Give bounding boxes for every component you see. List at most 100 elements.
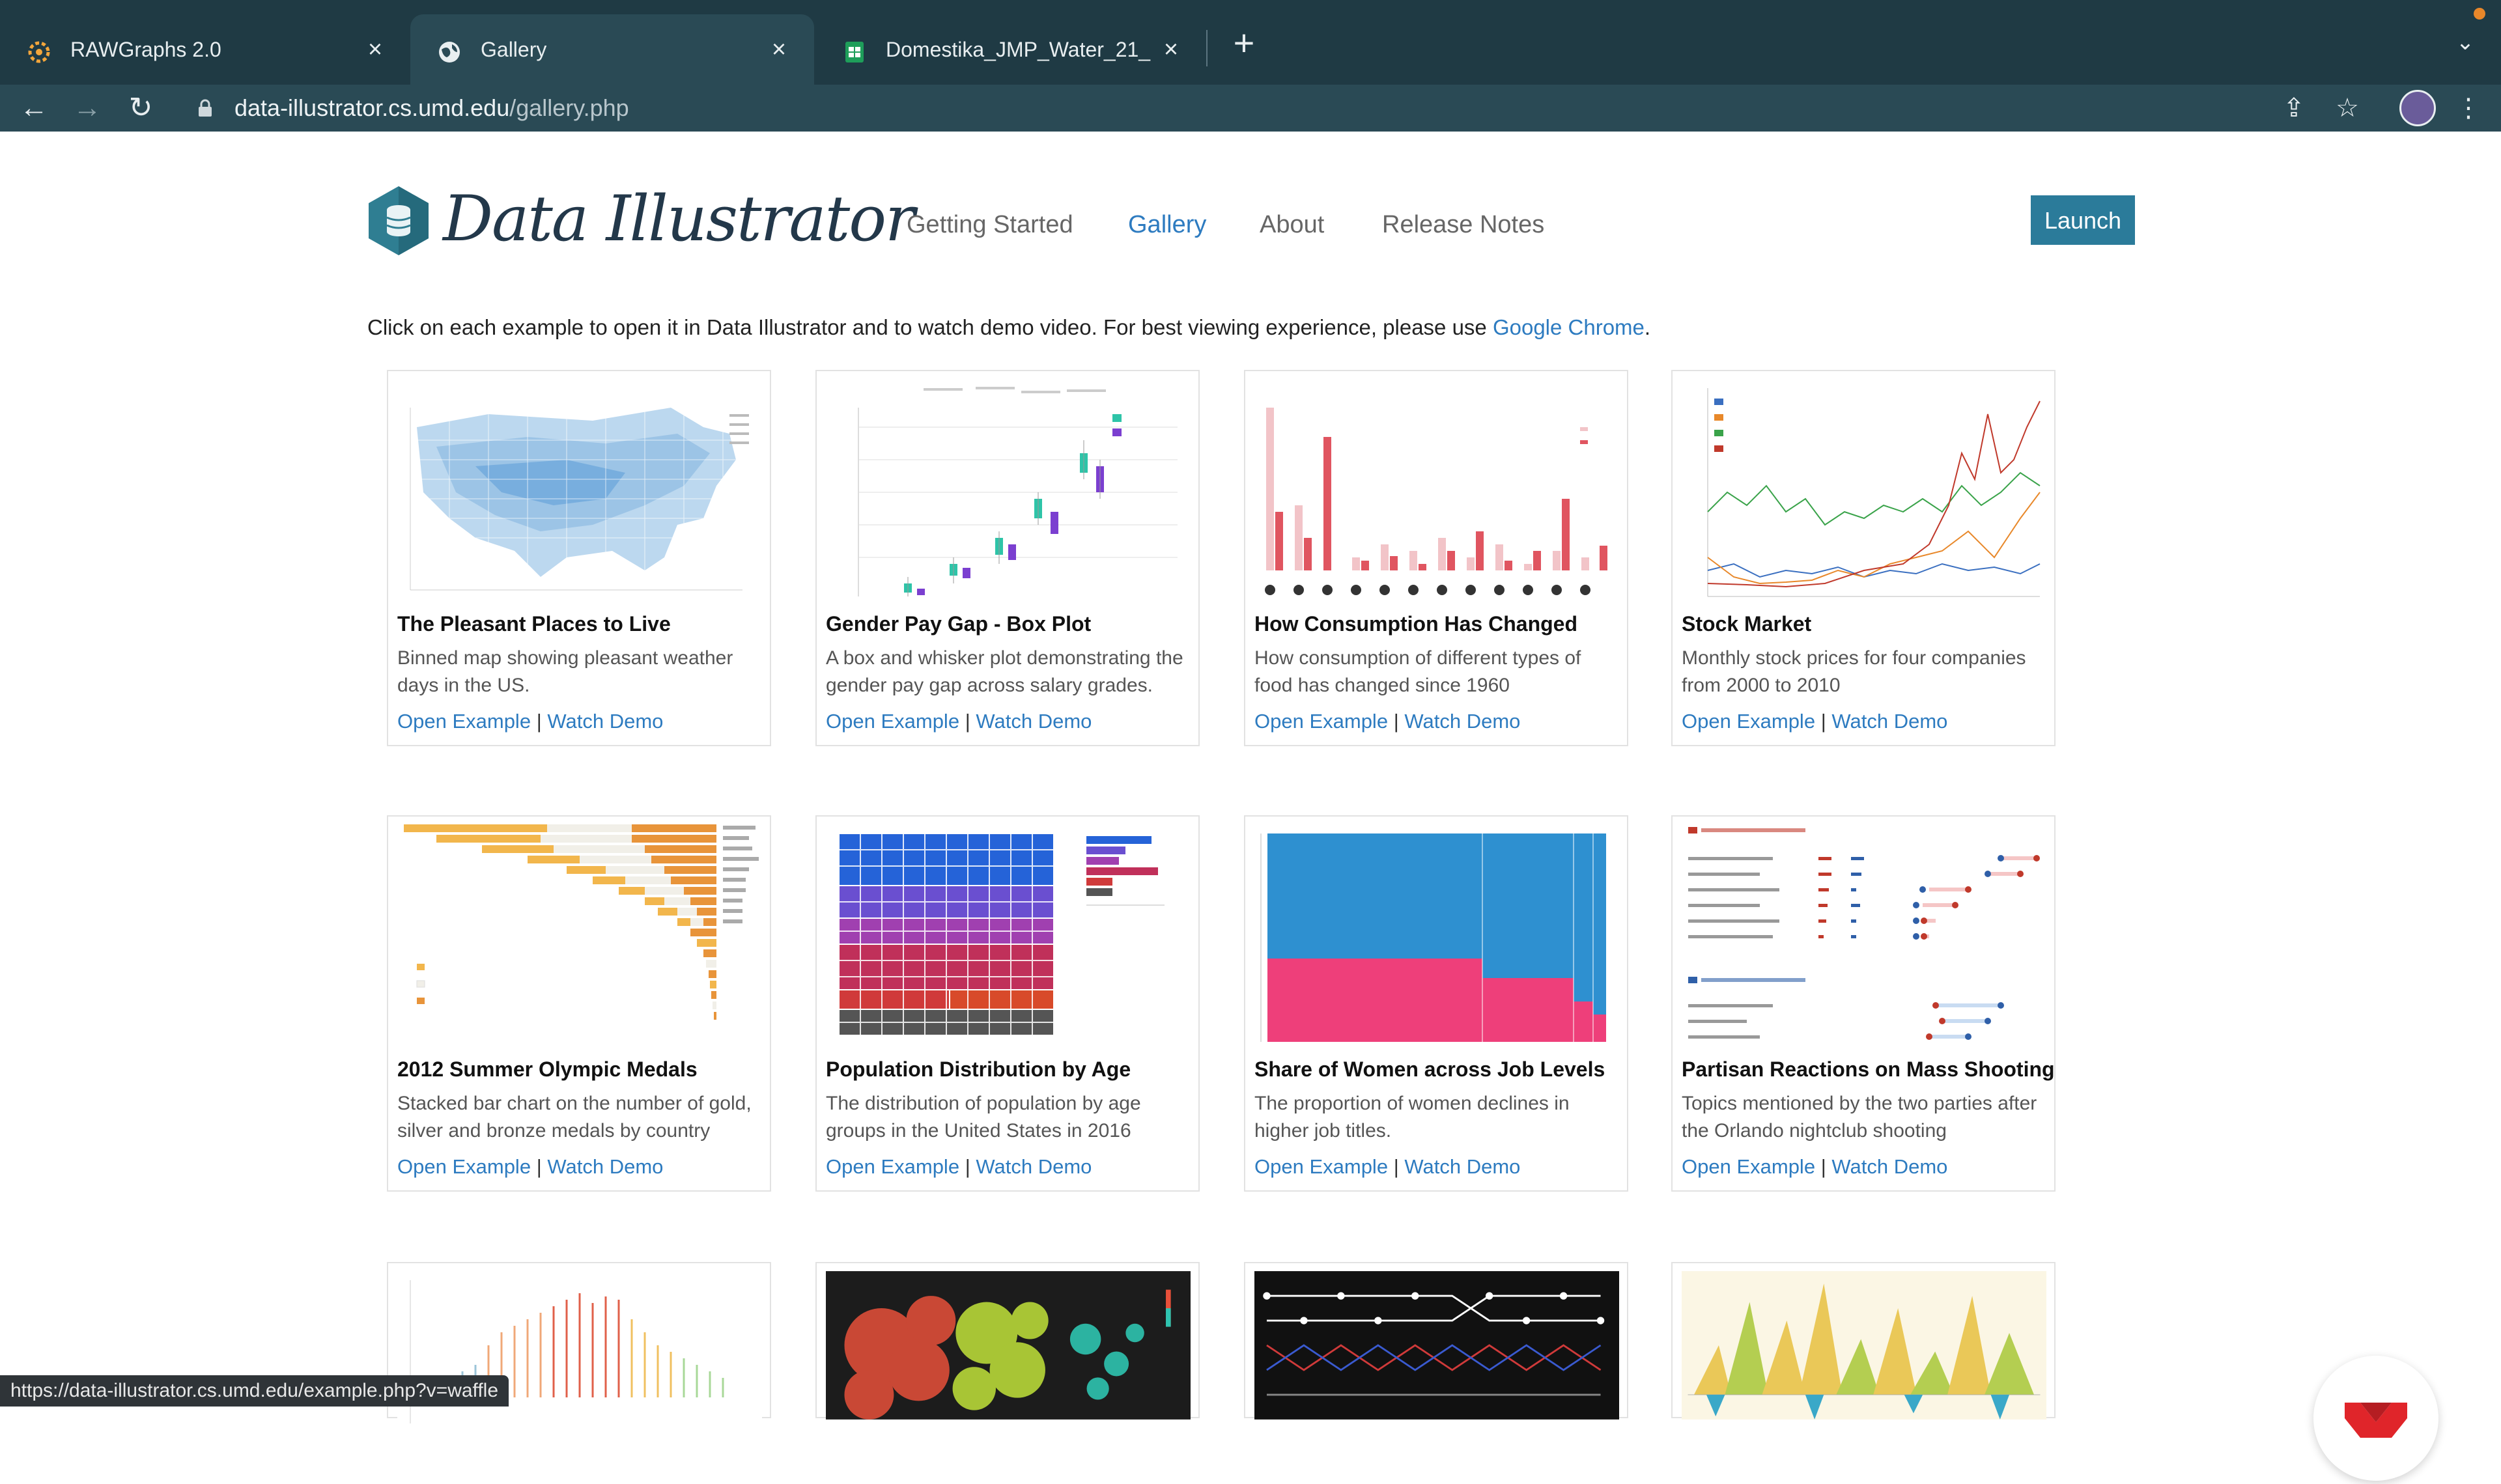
open-example-link[interactable]: Open Example — [1682, 710, 1815, 733]
card-links: Open Example | Watch Demo — [1254, 1155, 1520, 1179]
close-tab-icon[interactable]: × — [1155, 34, 1187, 65]
lock-icon — [199, 99, 212, 117]
card-title: Stock Market — [1682, 612, 1812, 636]
url-path: /gallery.php — [509, 94, 629, 121]
card-title: Gender Pay Gap - Box Plot — [826, 612, 1092, 636]
tab-rawgraphs[interactable]: RAWGraphs 2.0 × — [0, 14, 410, 85]
card-title: How Consumption Has Changed — [1254, 612, 1577, 636]
link-separator: | — [536, 710, 542, 733]
card-description: How consumption of different types of fo… — [1254, 647, 1581, 696]
thumbnail-stacked-bars[interactable] — [397, 820, 762, 1048]
floating-action-button[interactable] — [2313, 1356, 2438, 1481]
thumbnail-bubble-chart[interactable] — [826, 1267, 1191, 1423]
open-example-link[interactable]: Open Example — [826, 710, 959, 733]
url-text: data-illustrator.cs.umd.edu/gallery.php — [234, 87, 629, 129]
gallery-card-gender-pay-gap[interactable]: Gender Pay Gap - Box Plot A box and whis… — [815, 370, 1200, 746]
gallery-card-pleasant-places[interactable]: The Pleasant Places to Live Binned map s… — [387, 370, 771, 746]
watch-demo-link[interactable]: Watch Demo — [547, 710, 663, 733]
google-chrome-link[interactable]: Google Chrome — [1493, 315, 1645, 339]
forward-arrow-icon[interactable]: → — [68, 89, 107, 128]
close-tab-icon[interactable]: × — [763, 34, 795, 65]
nav-release-notes[interactable]: Release Notes — [1382, 211, 1544, 239]
thumbnail-bump-chart[interactable] — [1254, 1267, 1619, 1423]
intro-end: . — [1644, 315, 1651, 339]
card-description: Topics mentioned by the two parties afte… — [1682, 1093, 2037, 1141]
watch-demo-link[interactable]: Watch Demo — [1404, 710, 1520, 733]
launch-button[interactable]: Launch — [2031, 195, 2135, 245]
share-icon[interactable]: ⇪ — [2274, 89, 2313, 128]
watch-demo-link[interactable]: Watch Demo — [976, 710, 1092, 733]
card-title: The Pleasant Places to Live — [397, 612, 671, 636]
back-arrow-icon[interactable]: ← — [14, 89, 53, 128]
rawgraphs-icon — [28, 41, 50, 63]
address-bar[interactable]: data-illustrator.cs.umd.edu/gallery.php — [182, 87, 2240, 129]
thumbnail-stock-lines[interactable] — [1682, 375, 2046, 603]
gallery-card-row3-3[interactable] — [1244, 1262, 1628, 1420]
card-description: The distribution of population by age gr… — [826, 1093, 1141, 1141]
gallery-card-olympic-medals[interactable]: 2012 Summer Olympic Medals Stacked bar c… — [387, 815, 771, 1192]
new-tab-button[interactable]: + — [1224, 23, 1264, 63]
open-example-link[interactable]: Open Example — [397, 1155, 531, 1178]
card-description: The proportion of women declines in high… — [1254, 1093, 1570, 1141]
nav-getting-started[interactable]: Getting Started — [907, 211, 1073, 239]
open-example-link[interactable]: Open Example — [397, 710, 531, 733]
bookmark-star-icon[interactable]: ☆ — [2328, 89, 2367, 128]
card-links: Open Example | Watch Demo — [397, 710, 663, 733]
thumbnail-waffle-chart[interactable] — [826, 820, 1191, 1048]
web-page: Data Illustrator Getting Started Gallery… — [0, 132, 2501, 1481]
thumbnail-consumption-bars[interactable] — [1254, 375, 1619, 603]
card-title: Share of Women across Job Levels — [1254, 1057, 1605, 1081]
gallery-card-stock-market[interactable]: Stock Market Monthly stock prices for fo… — [1671, 370, 2056, 746]
thumbnail-area-spikes[interactable] — [1682, 1267, 2046, 1423]
open-example-link[interactable]: Open Example — [1254, 710, 1388, 733]
intro-text: Click on each example to open it in Data… — [367, 315, 1650, 340]
tab-separator — [1206, 30, 1208, 66]
profile-avatar[interactable] — [2399, 90, 2436, 126]
watch-demo-link[interactable]: Watch Demo — [1831, 1155, 1947, 1178]
site-logo-text[interactable]: Data Illustrator — [443, 182, 915, 255]
card-title: Population Distribution by Age — [826, 1057, 1131, 1081]
watch-demo-link[interactable]: Watch Demo — [1831, 710, 1947, 733]
tab-label: Gallery — [481, 38, 547, 61]
link-separator: | — [1820, 710, 1826, 733]
tab-spreadsheet[interactable]: Domestika_JMP_Water_21_ - ( × — [815, 14, 1206, 85]
nav-gallery[interactable]: Gallery — [1128, 211, 1206, 239]
card-description: Monthly stock prices for four companies … — [1682, 647, 2026, 696]
gallery-card-partisan-reactions[interactable]: Partisan Reactions on Mass Shooting Topi… — [1671, 815, 2056, 1192]
browser-toolbar: ← → ↻ data-illustrator.cs.umd.edu/galler… — [0, 85, 2501, 132]
nav-about[interactable]: About — [1260, 211, 1324, 239]
card-description: Binned map showing pleasant weather days… — [397, 647, 733, 696]
tab-gallery[interactable]: Gallery × — [410, 14, 814, 85]
open-example-link[interactable]: Open Example — [1682, 1155, 1815, 1178]
tab-search-chevron-icon[interactable]: ⌄ — [2449, 26, 2481, 59]
tab-label: Domestika_JMP_Water_21_ - ( — [886, 38, 1153, 61]
data-illustrator-logo-icon — [369, 186, 429, 255]
gallery-card-women-job-levels[interactable]: Share of Women across Job Levels The pro… — [1244, 815, 1628, 1192]
card-links: Open Example | Watch Demo — [826, 1155, 1092, 1179]
link-separator: | — [536, 1155, 542, 1178]
kebab-menu-icon[interactable]: ⋮ — [2449, 89, 2488, 128]
card-links: Open Example | Watch Demo — [1254, 710, 1520, 733]
gallery-card-population-age[interactable]: Population Distribution by Age The distr… — [815, 815, 1200, 1192]
thumbnail-mosaic-chart[interactable] — [1254, 820, 1619, 1048]
globe-icon — [439, 42, 460, 63]
watch-demo-link[interactable]: Watch Demo — [976, 1155, 1092, 1178]
gallery-card-consumption[interactable]: How Consumption Has Changed How consumpt… — [1244, 370, 1628, 746]
watch-demo-link[interactable]: Watch Demo — [547, 1155, 663, 1178]
thumbnail-dot-plot[interactable] — [1682, 820, 2046, 1048]
gallery-card-row3-2[interactable] — [815, 1262, 1200, 1420]
open-example-link[interactable]: Open Example — [826, 1155, 959, 1178]
watch-demo-link[interactable]: Watch Demo — [1404, 1155, 1520, 1178]
card-links: Open Example | Watch Demo — [1682, 1155, 1947, 1179]
link-separator: | — [965, 710, 970, 733]
close-tab-icon[interactable]: × — [360, 34, 391, 65]
thumbnail-binned-map[interactable] — [397, 375, 762, 603]
open-example-link[interactable]: Open Example — [1254, 1155, 1388, 1178]
thumbnail-box-plot[interactable] — [826, 375, 1191, 603]
reload-icon[interactable]: ↻ — [121, 89, 160, 128]
card-title: Partisan Reactions on Mass Shooting — [1682, 1057, 2055, 1081]
gallery-card-row3-4[interactable] — [1671, 1262, 2056, 1420]
card-links: Open Example | Watch Demo — [826, 710, 1092, 733]
domestika-logo-icon — [2345, 1403, 2407, 1438]
status-bar-url: https://data-illustrator.cs.umd.edu/exam… — [0, 1375, 509, 1407]
